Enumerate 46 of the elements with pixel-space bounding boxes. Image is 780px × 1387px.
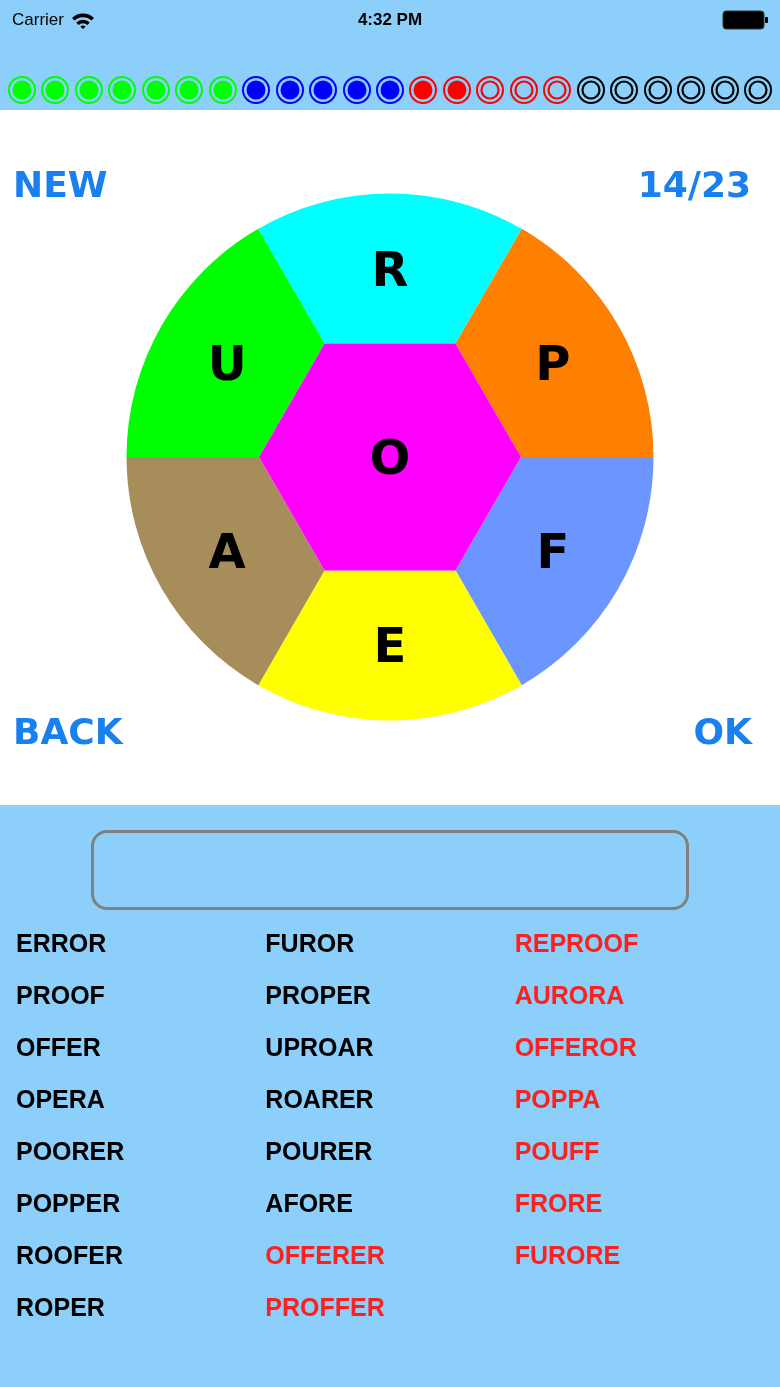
wheel-letter: R — [371, 241, 409, 297]
word-entry: PROPER — [265, 982, 371, 1008]
wheel-letter: E — [373, 617, 407, 673]
wheel-letter: F — [536, 523, 570, 579]
word-entry: OFFER — [16, 1034, 101, 1060]
wheel-segment[interactable] — [126, 457, 325, 686]
word-entry: PROFFER — [265, 1294, 385, 1320]
new-button[interactable]: NEW — [13, 167, 108, 203]
status-time: 4:32 PM — [357, 9, 423, 32]
word-entry: OPERA — [16, 1086, 105, 1112]
word-entry: ROARER — [265, 1086, 374, 1112]
word-entry: AFORE — [265, 1190, 353, 1216]
word-entry: OFFEROR — [514, 1034, 637, 1060]
wheel-letter: A — [208, 523, 246, 579]
word-entry: PROOF — [16, 982, 105, 1008]
word-entry: FUROR — [265, 930, 355, 956]
center-hexagon[interactable] — [259, 343, 521, 571]
word-entry: REPROOF — [514, 930, 639, 956]
word-entry: AURORA — [514, 982, 625, 1008]
wheel-letter: P — [535, 335, 571, 391]
wheel-segment[interactable] — [258, 193, 522, 344]
word-entry: FURORE — [514, 1242, 621, 1268]
wheel-segment[interactable] — [258, 570, 522, 721]
word-entry: POPPER — [16, 1190, 121, 1216]
word-entry: ROOFER — [16, 1242, 123, 1268]
wheel-letter: O — [369, 429, 411, 485]
score-counter: 14/23 — [637, 167, 751, 203]
back-button[interactable]: BACK — [13, 714, 123, 750]
word-entry: UPROAR — [265, 1034, 374, 1060]
wheel-segment[interactable] — [455, 457, 654, 686]
word-entry: POURER — [265, 1138, 373, 1164]
wifi-icon — [70, 11, 95, 29]
word-entry: OFFERER — [265, 1242, 385, 1268]
wheel-segment[interactable] — [455, 228, 654, 457]
word-entry: POUFF — [514, 1138, 600, 1164]
word-entry: POORER — [16, 1138, 125, 1164]
answer-field[interactable] — [91, 830, 689, 910]
word-entry: ERROR — [16, 930, 107, 956]
word-entry: ROPER — [16, 1294, 105, 1320]
wheel-letter: U — [207, 335, 247, 391]
battery-icon — [722, 10, 768, 30]
carrier-label: Carrier — [12, 9, 64, 32]
word-entry: POPPA — [514, 1086, 601, 1112]
wheel-segment[interactable] — [126, 228, 325, 457]
word-entry: FRORE — [514, 1190, 603, 1216]
ok-button[interactable]: OK — [693, 714, 752, 750]
